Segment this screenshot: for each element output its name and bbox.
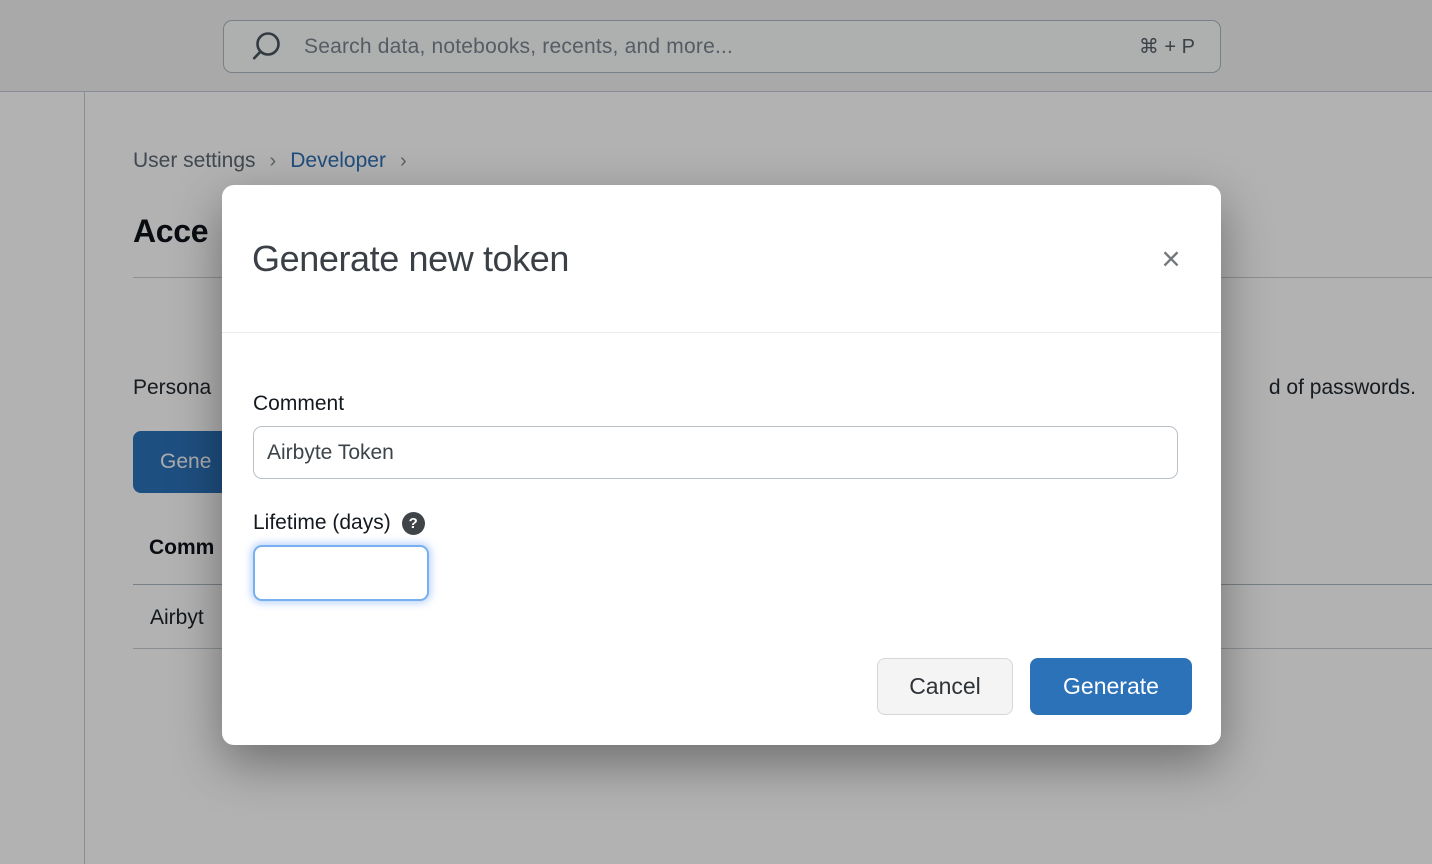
lifetime-label: Lifetime (days) [253, 511, 391, 535]
modal-header: Generate new token × [222, 185, 1221, 333]
modal-title: Generate new token [252, 238, 1151, 280]
comment-label: Comment [253, 392, 344, 416]
comment-input[interactable] [253, 426, 1178, 479]
lifetime-label-row: Lifetime (days) ? [253, 511, 425, 535]
generate-token-modal: Generate new token × Comment Lifetime (d… [222, 185, 1221, 745]
cancel-button[interactable]: Cancel [877, 658, 1013, 715]
close-icon[interactable]: × [1151, 239, 1191, 279]
help-icon[interactable]: ? [402, 512, 425, 535]
generate-button[interactable]: Generate [1030, 658, 1192, 715]
lifetime-input[interactable] [253, 545, 429, 601]
